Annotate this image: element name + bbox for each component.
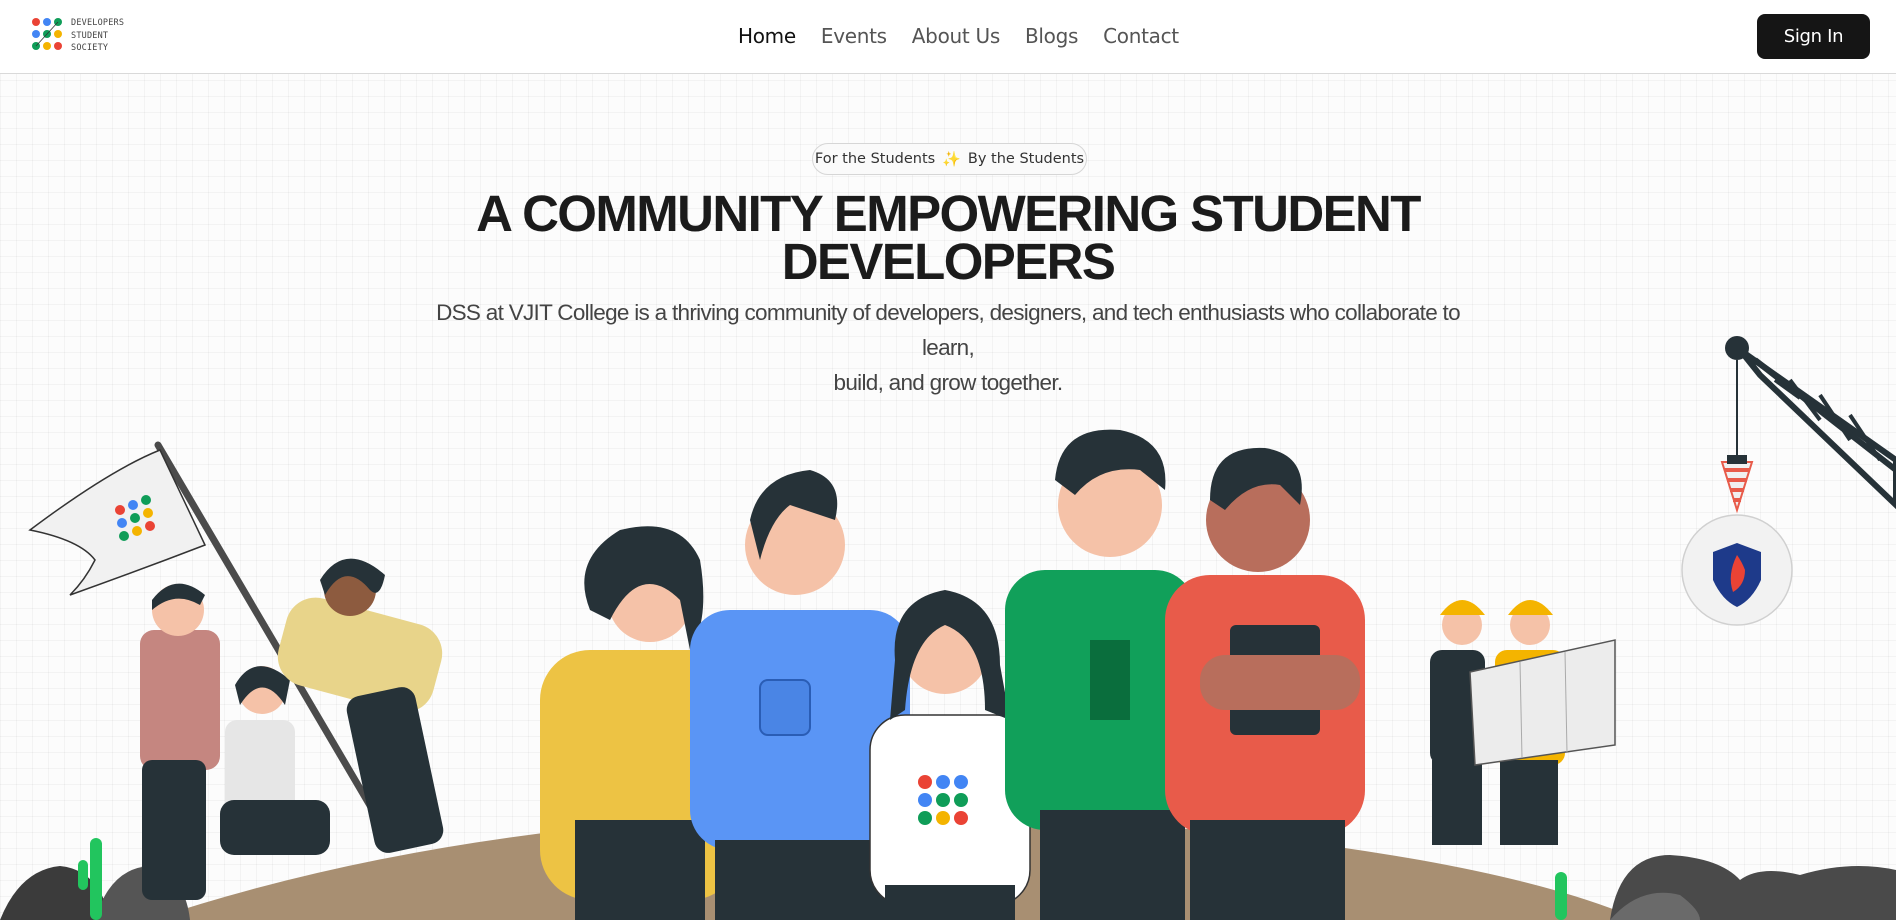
nav-about-us[interactable]: About Us <box>912 22 1000 50</box>
main-nav: Home Events About Us Blogs Contact <box>738 22 1204 50</box>
logo-line-3: SOCIETY <box>71 43 109 53</box>
rocks-right <box>1610 855 1896 920</box>
crane <box>1681 336 1896 626</box>
cactus-right <box>1555 872 1567 920</box>
logo-line-1: DEVELOPERS <box>71 18 125 28</box>
nav-blogs[interactable]: Blogs <box>1025 22 1078 50</box>
flag-team <box>28 441 444 900</box>
landing-page: DEVELOPERS STUDENT SOCIETY Home Events A… <box>0 0 1896 920</box>
student-group <box>540 429 1365 920</box>
headline-line-2: DEVELOPERS <box>781 233 1116 290</box>
nav-events[interactable]: Events <box>821 22 887 50</box>
nav-home[interactable]: Home <box>738 22 796 50</box>
logo-line-2: STUDENT <box>71 30 109 41</box>
sign-in-button[interactable]: Sign In <box>1757 14 1870 59</box>
dss-logo[interactable]: DEVELOPERS STUDENT SOCIETY <box>31 17 124 57</box>
tagline-left: For the Students <box>814 151 936 167</box>
logo-text: DEVELOPERS STUDENT SOCIETY <box>71 17 124 55</box>
tagline-pill: For the Students ✨ By the Students <box>812 143 1087 175</box>
nav-contact[interactable]: Contact <box>1103 22 1179 50</box>
hero-headline: A COMMUNITY EMPOWERING STUDENT DEVELOPER… <box>348 188 1548 287</box>
workers-group <box>1430 600 1616 845</box>
tagline-right: By the Students <box>967 151 1085 167</box>
hero-illustration <box>0 336 1896 920</box>
dss-logo-icon <box>32 18 62 50</box>
top-navbar: DEVELOPERS STUDENT SOCIETY Home Events A… <box>0 0 1896 74</box>
sparkles-icon: ✨ <box>942 150 961 168</box>
